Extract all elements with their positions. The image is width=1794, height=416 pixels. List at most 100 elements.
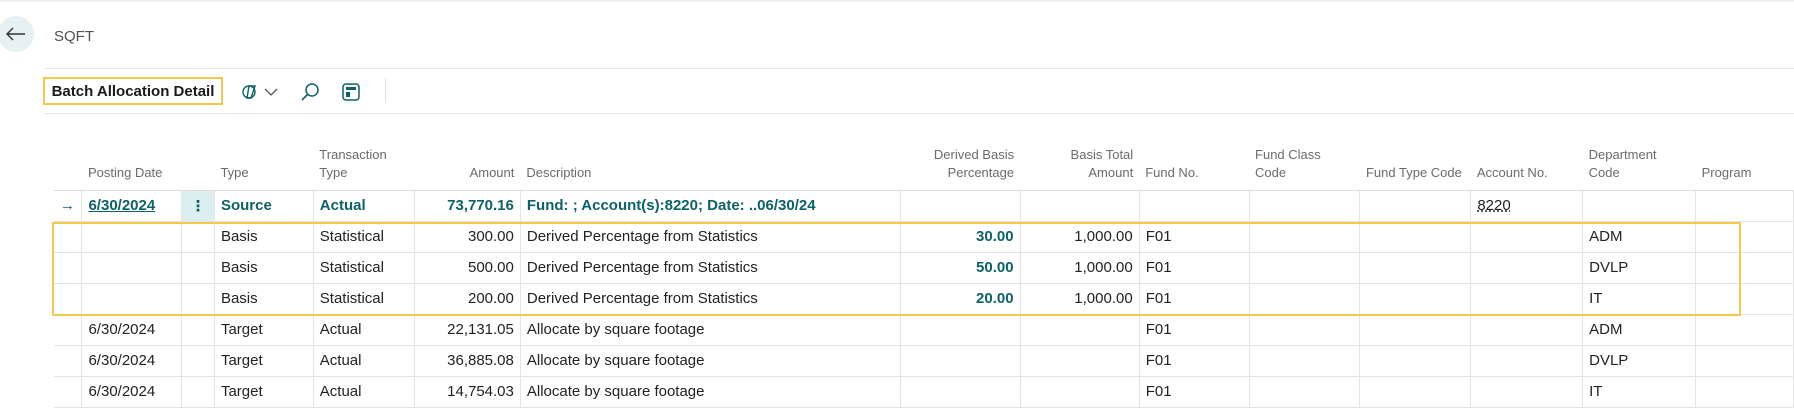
table-row[interactable]: Basis Statistical 300.00 Derived Percentage… — [54, 221, 1794, 253]
cell-fund-type — [1359, 376, 1472, 408]
cell-description: Derived Percentage from Statistics — [520, 252, 902, 284]
cell-transaction-type: Actual — [313, 190, 415, 222]
copilot-button[interactable] — [241, 80, 278, 104]
cell-type: Basis — [214, 252, 314, 284]
back-button[interactable] — [0, 16, 34, 52]
cell-posting-date: 6/30/2024 — [81, 345, 183, 377]
column-header-fund-no[interactable]: Fund No. — [1139, 140, 1250, 191]
column-header-fund-class[interactable]: Fund Class Code — [1249, 140, 1360, 191]
column-header-description[interactable]: Description — [520, 140, 901, 191]
cell-derived-basis-pct — [900, 190, 1021, 222]
cell-description: Fund: ; Account(s):8220; Date: ..06/30/2… — [520, 190, 902, 222]
table-row[interactable]: Basis Statistical 500.00 Derived Percentage… — [54, 252, 1794, 284]
column-header-account-no[interactable]: Account No. — [1470, 140, 1583, 191]
cell-department — [1582, 190, 1697, 222]
cell-account-no — [1470, 221, 1584, 253]
cell-basis-total — [1020, 314, 1140, 346]
cell-arrow — [54, 345, 83, 377]
table-row[interactable]: → 6/30/2024 ⋮ Source Actual 73,770.16 Fund: ; … — [54, 190, 1794, 222]
cell-fund-class — [1249, 252, 1361, 284]
layout-button[interactable] — [341, 80, 361, 104]
cell-department: ADM — [1582, 221, 1697, 253]
column-header-program[interactable]: Program — [1695, 140, 1794, 191]
allocation-table: Posting Date Type Transaction Type Amount De… — [54, 140, 1794, 408]
cell-basis-total: 1,000.00 — [1020, 221, 1140, 253]
column-header-fund-type[interactable]: Fund Type Code — [1359, 140, 1471, 191]
cell-amount: 14,754.03 — [414, 376, 521, 408]
cell-posting-date[interactable]: 6/30/2024 — [81, 190, 183, 222]
cell-department: IT — [1582, 283, 1697, 315]
cell-fund-class — [1249, 283, 1361, 315]
column-header-posting-date[interactable]: Posting Date — [81, 140, 182, 191]
cell-account-no — [1470, 314, 1584, 346]
cell-department: ADM — [1582, 314, 1697, 346]
cell-arrow: → — [54, 190, 83, 222]
cell-amount: 200.00 — [414, 283, 521, 315]
cell-menu — [181, 376, 215, 408]
search-icon — [301, 83, 319, 101]
column-header-type[interactable]: Type — [214, 140, 314, 191]
table-row[interactable]: 6/30/2024 Target Actual 22,131.05 Allocate b… — [54, 314, 1794, 346]
cell-transaction-type: Statistical — [313, 283, 415, 315]
column-header-basis-total[interactable]: Basis Total Amount — [1020, 140, 1140, 191]
cell-type: Target — [214, 376, 314, 408]
cell-basis-total — [1020, 376, 1140, 408]
divider — [44, 68, 1794, 69]
column-header-transaction-type[interactable]: Transaction Type — [313, 140, 414, 191]
cell-fund-type — [1359, 221, 1472, 253]
cell-fund-no — [1139, 190, 1250, 222]
cell-account-no — [1470, 283, 1584, 315]
cell-menu[interactable]: ⋮ — [181, 190, 215, 222]
cell-type: Source — [214, 190, 314, 222]
toolbar-separator — [385, 79, 386, 103]
search-button[interactable] — [300, 80, 320, 104]
cell-transaction-type: Actual — [313, 376, 415, 408]
cell-fund-type — [1359, 252, 1472, 284]
tab-batch-allocation-detail[interactable]: Batch Allocation Detail — [43, 77, 223, 105]
cell-transaction-type: Statistical — [313, 252, 415, 284]
table-row[interactable]: Basis Statistical 200.00 Derived Percentage… — [54, 283, 1794, 315]
cell-fund-class — [1249, 314, 1361, 346]
cell-fund-class — [1249, 345, 1361, 377]
cell-fund-no: F01 — [1139, 314, 1250, 346]
cell-description: Allocate by square footage — [520, 345, 902, 377]
table-header: Posting Date Type Transaction Type Amount De… — [54, 140, 1794, 191]
cell-derived-basis-pct: 30.00 — [900, 221, 1021, 253]
cell-amount: 22,131.05 — [414, 314, 521, 346]
cell-fund-no: F01 — [1139, 221, 1250, 253]
cell-posting-date — [81, 283, 183, 315]
cell-menu — [181, 314, 215, 346]
cell-posting-date: 6/30/2024 — [81, 314, 183, 346]
cell-transaction-type: Actual — [313, 345, 415, 377]
cell-arrow — [54, 314, 83, 346]
page-caption: SQFT — [54, 28, 94, 45]
cell-derived-basis-pct — [900, 314, 1021, 346]
cell-program — [1695, 314, 1794, 346]
cell-program — [1695, 283, 1794, 315]
cell-department: IT — [1582, 376, 1697, 408]
cell-fund-type — [1359, 314, 1472, 346]
column-header-arrow — [54, 140, 82, 191]
cell-menu — [181, 252, 215, 284]
cell-department: DVLP — [1582, 252, 1697, 284]
cell-basis-total: 1,000.00 — [1020, 283, 1140, 315]
cell-amount: 300.00 — [414, 221, 521, 253]
cell-fund-no: F01 — [1139, 345, 1250, 377]
column-header-department[interactable]: Department Code — [1582, 140, 1696, 191]
cell-type: Target — [214, 345, 314, 377]
table-row[interactable]: 6/30/2024 Target Actual 36,885.08 Allocate b… — [54, 345, 1794, 377]
cell-amount: 500.00 — [414, 252, 521, 284]
cell-fund-class — [1249, 221, 1361, 253]
cell-program — [1695, 252, 1794, 284]
chevron-down-icon — [264, 88, 278, 96]
cell-transaction-type: Actual — [313, 314, 415, 346]
cell-derived-basis-pct — [900, 345, 1021, 377]
cell-arrow — [54, 221, 83, 253]
cell-arrow — [54, 376, 83, 408]
column-header-amount[interactable]: Amount — [414, 140, 521, 191]
table-row[interactable]: 6/30/2024 Target Actual 14,754.03 Allocate b… — [54, 376, 1794, 408]
cell-fund-no: F01 — [1139, 252, 1250, 284]
cell-account-no[interactable]: 8220 — [1470, 190, 1584, 222]
cell-posting-date — [81, 252, 183, 284]
column-header-derived-basis-pct[interactable]: Derived Basis Percentage — [900, 140, 1021, 191]
